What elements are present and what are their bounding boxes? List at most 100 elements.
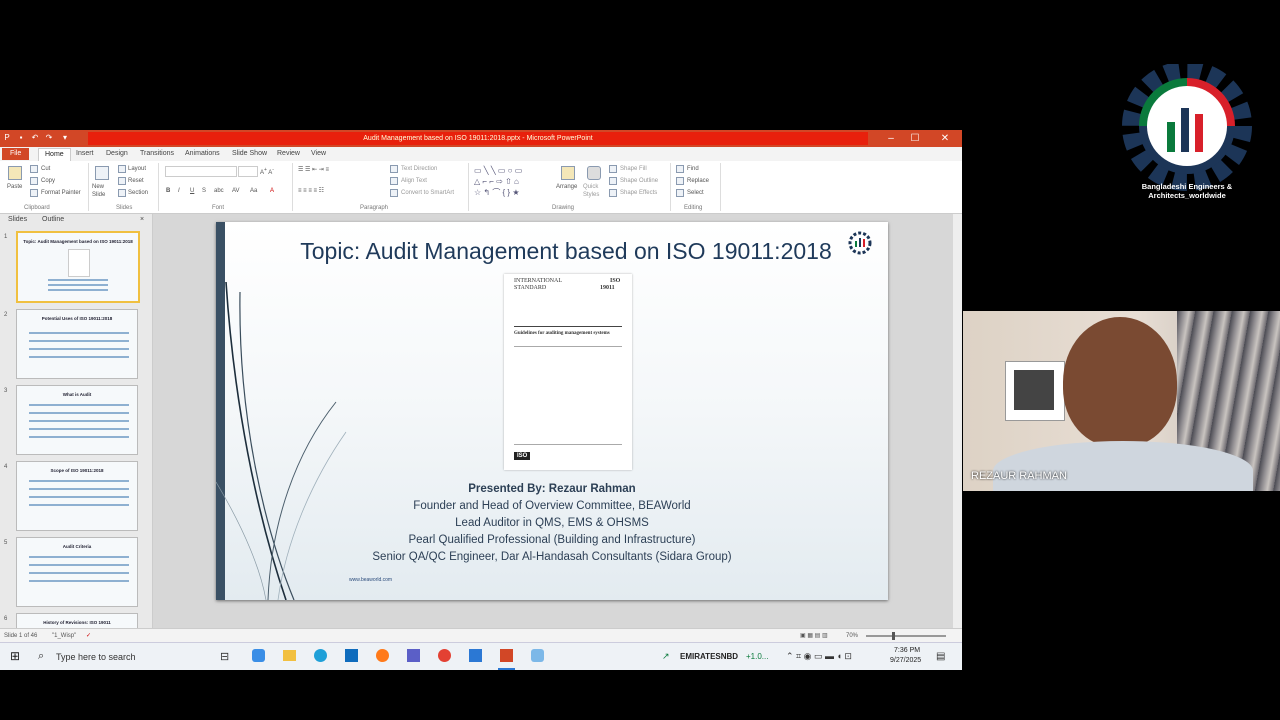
thumbnail-text-line (29, 436, 129, 438)
app-icon[interactable] (469, 649, 482, 662)
taskbar-search-input[interactable]: Type here to search (56, 652, 136, 662)
format-painter-button[interactable]: Format Painter (41, 189, 81, 197)
paste-icon[interactable] (8, 166, 22, 180)
clock-time[interactable]: 7:36 PM (894, 647, 920, 654)
align-icon[interactable]: ≡ ≡ ≡ ≡ ☷ (298, 187, 324, 195)
slide-thumbnail-4[interactable]: Scope of ISO 19011:2018 (16, 461, 138, 531)
powerpoint-app-icon[interactable]: P (2, 132, 12, 144)
find-button[interactable]: Find (687, 165, 699, 173)
italic-icon[interactable]: I (178, 187, 180, 195)
thumbnail-number: 1 (4, 234, 8, 240)
vertical-scrollbar[interactable] (953, 214, 962, 628)
underline-icon[interactable]: U (190, 187, 194, 195)
new-slide-button[interactable]: New Slide (92, 183, 114, 199)
reset-button[interactable]: Reset (128, 177, 144, 185)
tab-transitions[interactable]: Transitions (140, 148, 174, 160)
tab-file[interactable]: File (2, 148, 30, 160)
shapes-gallery[interactable]: ▭ ╲ ╲ ▭ ○ ▭ △ ⌐ ⌐ ⇨ ⇧ ⌂ ☆ ↰ ⌒ { } ★ (474, 165, 546, 199)
thumbnail-number: 3 (4, 388, 8, 394)
tab-animations[interactable]: Animations (185, 148, 220, 160)
quick-styles-icon[interactable] (587, 166, 601, 180)
thumbnail-title: Topic: Audit Management based on ISO 190… (23, 239, 133, 244)
file-explorer-icon[interactable] (283, 650, 296, 661)
font-color-icon[interactable]: A (270, 187, 274, 195)
tab-review[interactable]: Review (277, 148, 300, 160)
select-icon (676, 189, 684, 197)
tab-slides[interactable]: Slides (8, 216, 27, 223)
chrome-icon[interactable] (438, 649, 451, 662)
text-direction-button[interactable]: Text Direction (401, 165, 437, 173)
view-buttons[interactable]: ▣ ▦ ▤ ▥ (800, 632, 828, 640)
presenter-role: Lead Auditor in QMS, EMS & OHSMS (455, 517, 649, 529)
shape-effects-button[interactable]: Shape Effects (620, 189, 657, 197)
app-icon[interactable] (531, 649, 544, 662)
strikethrough-icon[interactable]: abc (214, 187, 224, 195)
arrange-icon[interactable] (561, 166, 575, 180)
zoom-level[interactable]: 70% (846, 632, 858, 640)
close-button[interactable]: ✕ (934, 130, 956, 147)
cut-button[interactable]: Cut (41, 165, 50, 173)
shape-fill-button[interactable]: Shape Fill (620, 165, 647, 173)
theme-name: "1_Wisp" (52, 633, 77, 639)
slide[interactable]: Topic: Audit Management based on ISO 190… (216, 222, 888, 600)
redo-icon[interactable]: ↷ (44, 132, 54, 144)
wall-frame (1005, 361, 1065, 421)
shadow-icon[interactable]: S (202, 187, 206, 195)
notification-icon[interactable]: ▤ (936, 651, 945, 662)
shape-outline-button[interactable]: Shape Outline (620, 177, 658, 185)
font-name-select[interactable] (165, 166, 237, 177)
undo-icon[interactable]: ↶ (30, 132, 40, 144)
tab-outline[interactable]: Outline (42, 216, 64, 223)
new-slide-icon[interactable] (95, 166, 109, 180)
section-button[interactable]: Section (128, 189, 148, 197)
tab-view[interactable]: View (311, 148, 326, 160)
arrange-button[interactable]: Arrange (556, 183, 577, 191)
change-case-icon[interactable]: Aa (250, 187, 257, 195)
presenter-role: Founder and Head of Overview Committee, … (413, 500, 691, 512)
outlook-icon[interactable] (345, 649, 358, 662)
spellcheck-icon[interactable]: ✓ (86, 632, 91, 640)
maximize-button[interactable]: ☐ (904, 130, 926, 147)
powerpoint-taskbar-icon[interactable] (500, 649, 513, 662)
quick-styles-button[interactable]: Quick Styles (583, 183, 607, 199)
clock-date[interactable]: 9/27/2025 (890, 657, 921, 664)
stock-ticker[interactable]: EMIRATESNBD (680, 652, 738, 661)
replace-button[interactable]: Replace (687, 177, 709, 185)
tab-insert[interactable]: Insert (76, 148, 94, 160)
bullets-icon[interactable]: ☰ ☰ ⇤ ⇥ ≡ (298, 166, 329, 174)
participant-name: REZAUR RAHMAN (971, 470, 1067, 482)
copilot-icon[interactable] (252, 649, 265, 662)
tab-design[interactable]: Design (106, 148, 128, 160)
font-size-select[interactable] (238, 166, 258, 177)
paste-button[interactable]: Paste (7, 183, 22, 191)
zoom-slider[interactable] (866, 635, 946, 637)
minimize-button[interactable]: – (880, 130, 902, 147)
convert-smartart-button[interactable]: Convert to SmartArt (401, 189, 454, 197)
grow-font-icon[interactable]: A+ A- (260, 166, 274, 177)
copy-button[interactable]: Copy (41, 177, 55, 185)
save-icon[interactable]: ▪ (16, 132, 26, 144)
edge-icon[interactable] (314, 649, 327, 662)
thumbnail-text-line (29, 496, 129, 498)
customize-qat-icon[interactable]: ▾ (60, 132, 70, 144)
slide-thumbnail-3[interactable]: What is Audit (16, 385, 138, 455)
firefox-icon[interactable] (376, 649, 389, 662)
layout-button[interactable]: Layout (128, 165, 146, 173)
reset-icon (118, 177, 126, 185)
system-tray-icons[interactable]: ⌃ ⌗ ◉ ▭ ▬ ◖ ⊡ (786, 651, 852, 662)
slide-thumbnail-2[interactable]: Potential Uses of ISO 19011:2018 (16, 309, 138, 379)
tab-home[interactable]: Home (38, 148, 71, 161)
spacing-icon[interactable]: AV (232, 187, 240, 195)
task-view-icon[interactable]: ⊟ (220, 650, 229, 663)
tab-slide-show[interactable]: Slide Show (232, 148, 267, 160)
bold-icon[interactable]: B (166, 187, 170, 195)
ribbon-separator (720, 163, 721, 211)
slide-thumbnail-1[interactable]: Topic: Audit Management based on ISO 190… (16, 231, 140, 303)
panel-close-button[interactable]: × (140, 216, 144, 223)
select-button[interactable]: Select (687, 189, 704, 197)
zoom-slider-thumb[interactable] (892, 632, 895, 640)
teams-icon[interactable] (407, 649, 420, 662)
windows-start-icon[interactable]: ⊞ (10, 649, 20, 663)
align-text-button[interactable]: Align Text (401, 177, 427, 185)
slide-thumbnail-5[interactable]: Audit Criteria (16, 537, 138, 607)
